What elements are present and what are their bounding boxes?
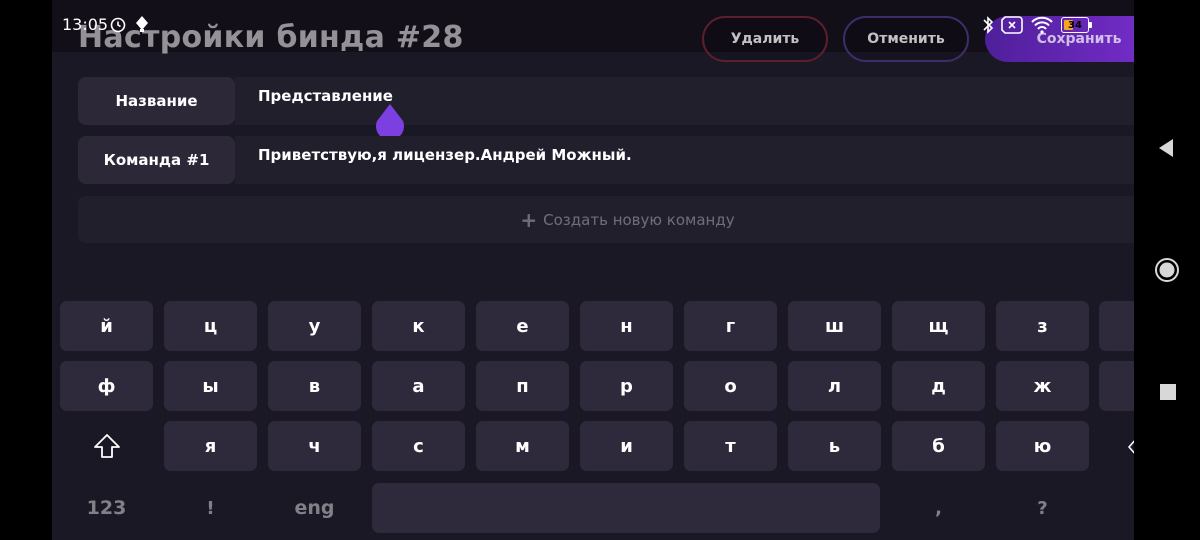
cancel-button[interactable]: Отменить xyxy=(843,16,969,62)
key-я[interactable]: я xyxy=(164,421,257,471)
key-л[interactable]: л xyxy=(788,361,881,411)
key-ь[interactable]: ь xyxy=(788,421,881,471)
key-у[interactable]: у xyxy=(268,301,361,351)
key-в[interactable]: в xyxy=(268,361,361,411)
key-к[interactable]: к xyxy=(372,301,465,351)
command-label: Команда #1 xyxy=(78,136,235,184)
key-п[interactable]: п xyxy=(476,361,569,411)
key-е[interactable]: е xyxy=(476,301,569,351)
comma-key[interactable]: , xyxy=(892,483,985,533)
shift-icon xyxy=(93,434,120,458)
key-р[interactable]: р xyxy=(580,361,673,411)
plus-icon: + xyxy=(520,207,538,232)
key-ш[interactable]: ш xyxy=(788,301,881,351)
home-icon[interactable] xyxy=(1154,257,1180,283)
key-щ[interactable]: щ xyxy=(892,301,985,351)
numbers-key[interactable]: 123 xyxy=(60,483,153,533)
key-ы[interactable]: ы xyxy=(164,361,257,411)
exclamation-key[interactable]: ! xyxy=(164,483,257,533)
battery-level: 34 xyxy=(1068,19,1082,31)
key-ф[interactable]: ф xyxy=(60,361,153,411)
shift-key[interactable] xyxy=(60,421,153,471)
name-input[interactable]: Представление xyxy=(258,87,393,105)
delete-button[interactable]: Удалить xyxy=(702,16,828,62)
key-ж[interactable]: ж xyxy=(996,361,1089,411)
status-time: 13:05 xyxy=(62,15,109,34)
back-icon[interactable] xyxy=(1156,137,1176,159)
key-х[interactable]: х xyxy=(1099,301,1150,351)
space-key[interactable] xyxy=(372,483,880,533)
system-nav-bar xyxy=(1134,0,1200,540)
recents-icon[interactable] xyxy=(1159,383,1177,401)
key-д[interactable]: д xyxy=(892,361,985,411)
battery-icon: 34 xyxy=(1061,17,1093,33)
add-command-label: Создать новую команду xyxy=(543,210,735,229)
key-ю[interactable]: ю xyxy=(996,421,1089,471)
alarm-icon xyxy=(110,17,126,33)
key-о[interactable]: о xyxy=(684,361,777,411)
key-ч[interactable]: ч xyxy=(268,421,361,471)
language-key[interactable]: eng xyxy=(268,483,361,533)
key-и[interactable]: и xyxy=(580,421,673,471)
question-key[interactable]: ? xyxy=(996,483,1089,533)
key-э[interactable]: э xyxy=(1099,361,1147,411)
sim-missing-icon xyxy=(1001,16,1023,34)
key-б[interactable]: б xyxy=(892,421,985,471)
name-label: Название xyxy=(78,77,235,125)
key-й[interactable]: й xyxy=(60,301,153,351)
bluetooth-icon xyxy=(983,16,994,34)
key-а[interactable]: а xyxy=(372,361,465,411)
key-г[interactable]: г xyxy=(684,301,777,351)
add-command-button[interactable]: + Создать новую команду xyxy=(78,196,1177,243)
key-ц[interactable]: ц xyxy=(164,301,257,351)
key-м[interactable]: м xyxy=(476,421,569,471)
key-с[interactable]: с xyxy=(372,421,465,471)
wifi-icon xyxy=(1031,16,1053,34)
slash-key[interactable]: / xyxy=(1099,483,1145,533)
key-н[interactable]: н xyxy=(580,301,673,351)
key-т[interactable]: т xyxy=(684,421,777,471)
key-з[interactable]: з xyxy=(996,301,1089,351)
notification-icon xyxy=(136,16,148,32)
command-input[interactable]: Приветствую,я лицензер.Андрей Можный. xyxy=(258,146,632,164)
